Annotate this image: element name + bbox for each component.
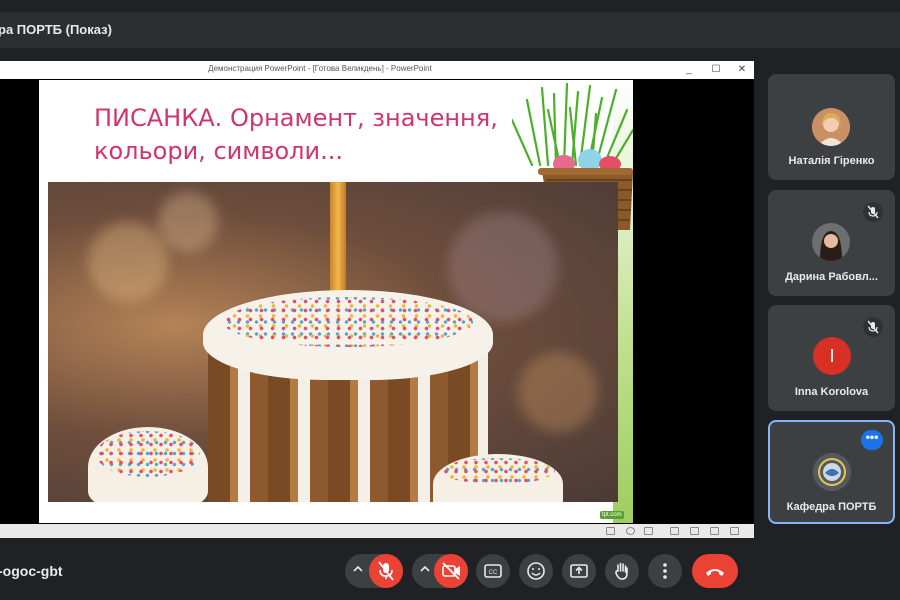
slide-title-line-1: ПИСАНКА. Орнамент, значення, [94,104,498,132]
mic-off-button[interactable] [369,554,403,588]
chevron-up-icon[interactable] [353,564,363,576]
participant-name: Дарина Рабовл... [785,271,878,283]
present-screen-icon [570,564,588,578]
camera-control-group [412,554,468,588]
close-button[interactable]: ✕ [731,62,753,78]
small-kulich-sprinkles [96,431,200,477]
normal-view-icon[interactable] [670,527,679,535]
chevron-up-icon[interactable] [420,564,430,576]
more-options-badge[interactable]: ••• [861,430,883,450]
participant-name: Наталія Гіренко [788,155,875,167]
restore-button[interactable]: ☐ [705,62,727,78]
emoji-button[interactable] [519,554,553,588]
meeting-code: -ogoc-gbt [0,563,63,579]
participant-name: Кафедра ПОРТБ [786,501,877,513]
mic-off-icon [378,561,394,581]
organization-logo-icon [813,453,851,491]
sorter-view-icon[interactable] [690,527,699,535]
easter-bread-photo [48,182,618,502]
small-kulich-left [88,427,208,502]
small-kulich-right [433,454,563,502]
present-now-button[interactable] [562,554,596,588]
person-photo-icon [812,108,850,146]
slide: ПИСАНКА. Орнамент, значення, кольори, си… [39,80,633,523]
bokeh-light [158,192,218,252]
more-options-button[interactable] [648,554,682,588]
reading-view-icon[interactable] [710,527,719,535]
next-slide-icon[interactable] [644,527,653,535]
participant-tile[interactable]: Дарина Рабовл... [768,190,895,296]
mic-off-icon [867,320,879,334]
bokeh-light [448,212,558,322]
mic-off-icon [867,205,879,219]
presentation-header: ра ПОРТБ (Показ) [0,12,900,48]
emoji-icon [527,562,545,580]
ppt-titlebar: Демонстрация PowerPoint - [Готова Великд… [0,61,754,79]
ppt-statusbar [0,524,754,538]
camera-off-button[interactable] [434,554,468,588]
participant-tile-active[interactable]: ••• Кафедра ПОРТБ [768,420,895,524]
more-vert-icon [663,563,667,579]
slide-nav-icon[interactable] [626,527,635,535]
candle [330,182,346,297]
person-photo-icon [812,223,850,261]
participant-initial-avatar: I [813,337,851,375]
participant-avatar [812,108,850,146]
captions-icon: CC [484,564,502,578]
slide-title-line-2: кольори, символи... [94,137,343,165]
minimize-button[interactable]: _ [678,62,700,78]
small-kulich-sprinkles [441,458,555,484]
participant-tile[interactable]: I Inna Korolova [768,305,895,411]
participant-tile[interactable]: Наталія Гіренко [768,74,895,180]
slideshow-view-icon[interactable] [730,527,739,535]
camera-off-icon [442,562,460,580]
prev-slide-icon[interactable] [606,527,615,535]
mic-control-group [345,554,403,588]
kulich-sprinkles [223,297,473,347]
svg-text:CC: CC [489,570,498,576]
bokeh-light [88,222,168,302]
mic-muted-badge [863,202,883,222]
presented-window: Демонстрация PowerPoint - [Готова Великд… [0,61,754,538]
phone-hangup-icon [706,569,724,576]
captions-button[interactable]: CC [476,554,510,588]
ppt-window-title: Демонстрация PowerPoint - [Готова Великд… [208,64,432,73]
top-strip [0,0,900,12]
participant-avatar [813,453,851,491]
slide-watermark: tpt.com [600,511,624,519]
hand-icon [615,562,628,580]
end-call-button[interactable] [692,554,738,588]
bokeh-light [518,352,598,432]
mic-muted-badge [863,317,883,337]
raise-hand-button[interactable] [605,554,639,588]
slide-title: ПИСАНКА. Орнамент, значення, кольори, си… [94,102,498,168]
participant-name: Inna Korolova [794,386,869,398]
participant-avatar [812,223,850,261]
presentation-title: ра ПОРТБ (Показ) [0,22,112,37]
